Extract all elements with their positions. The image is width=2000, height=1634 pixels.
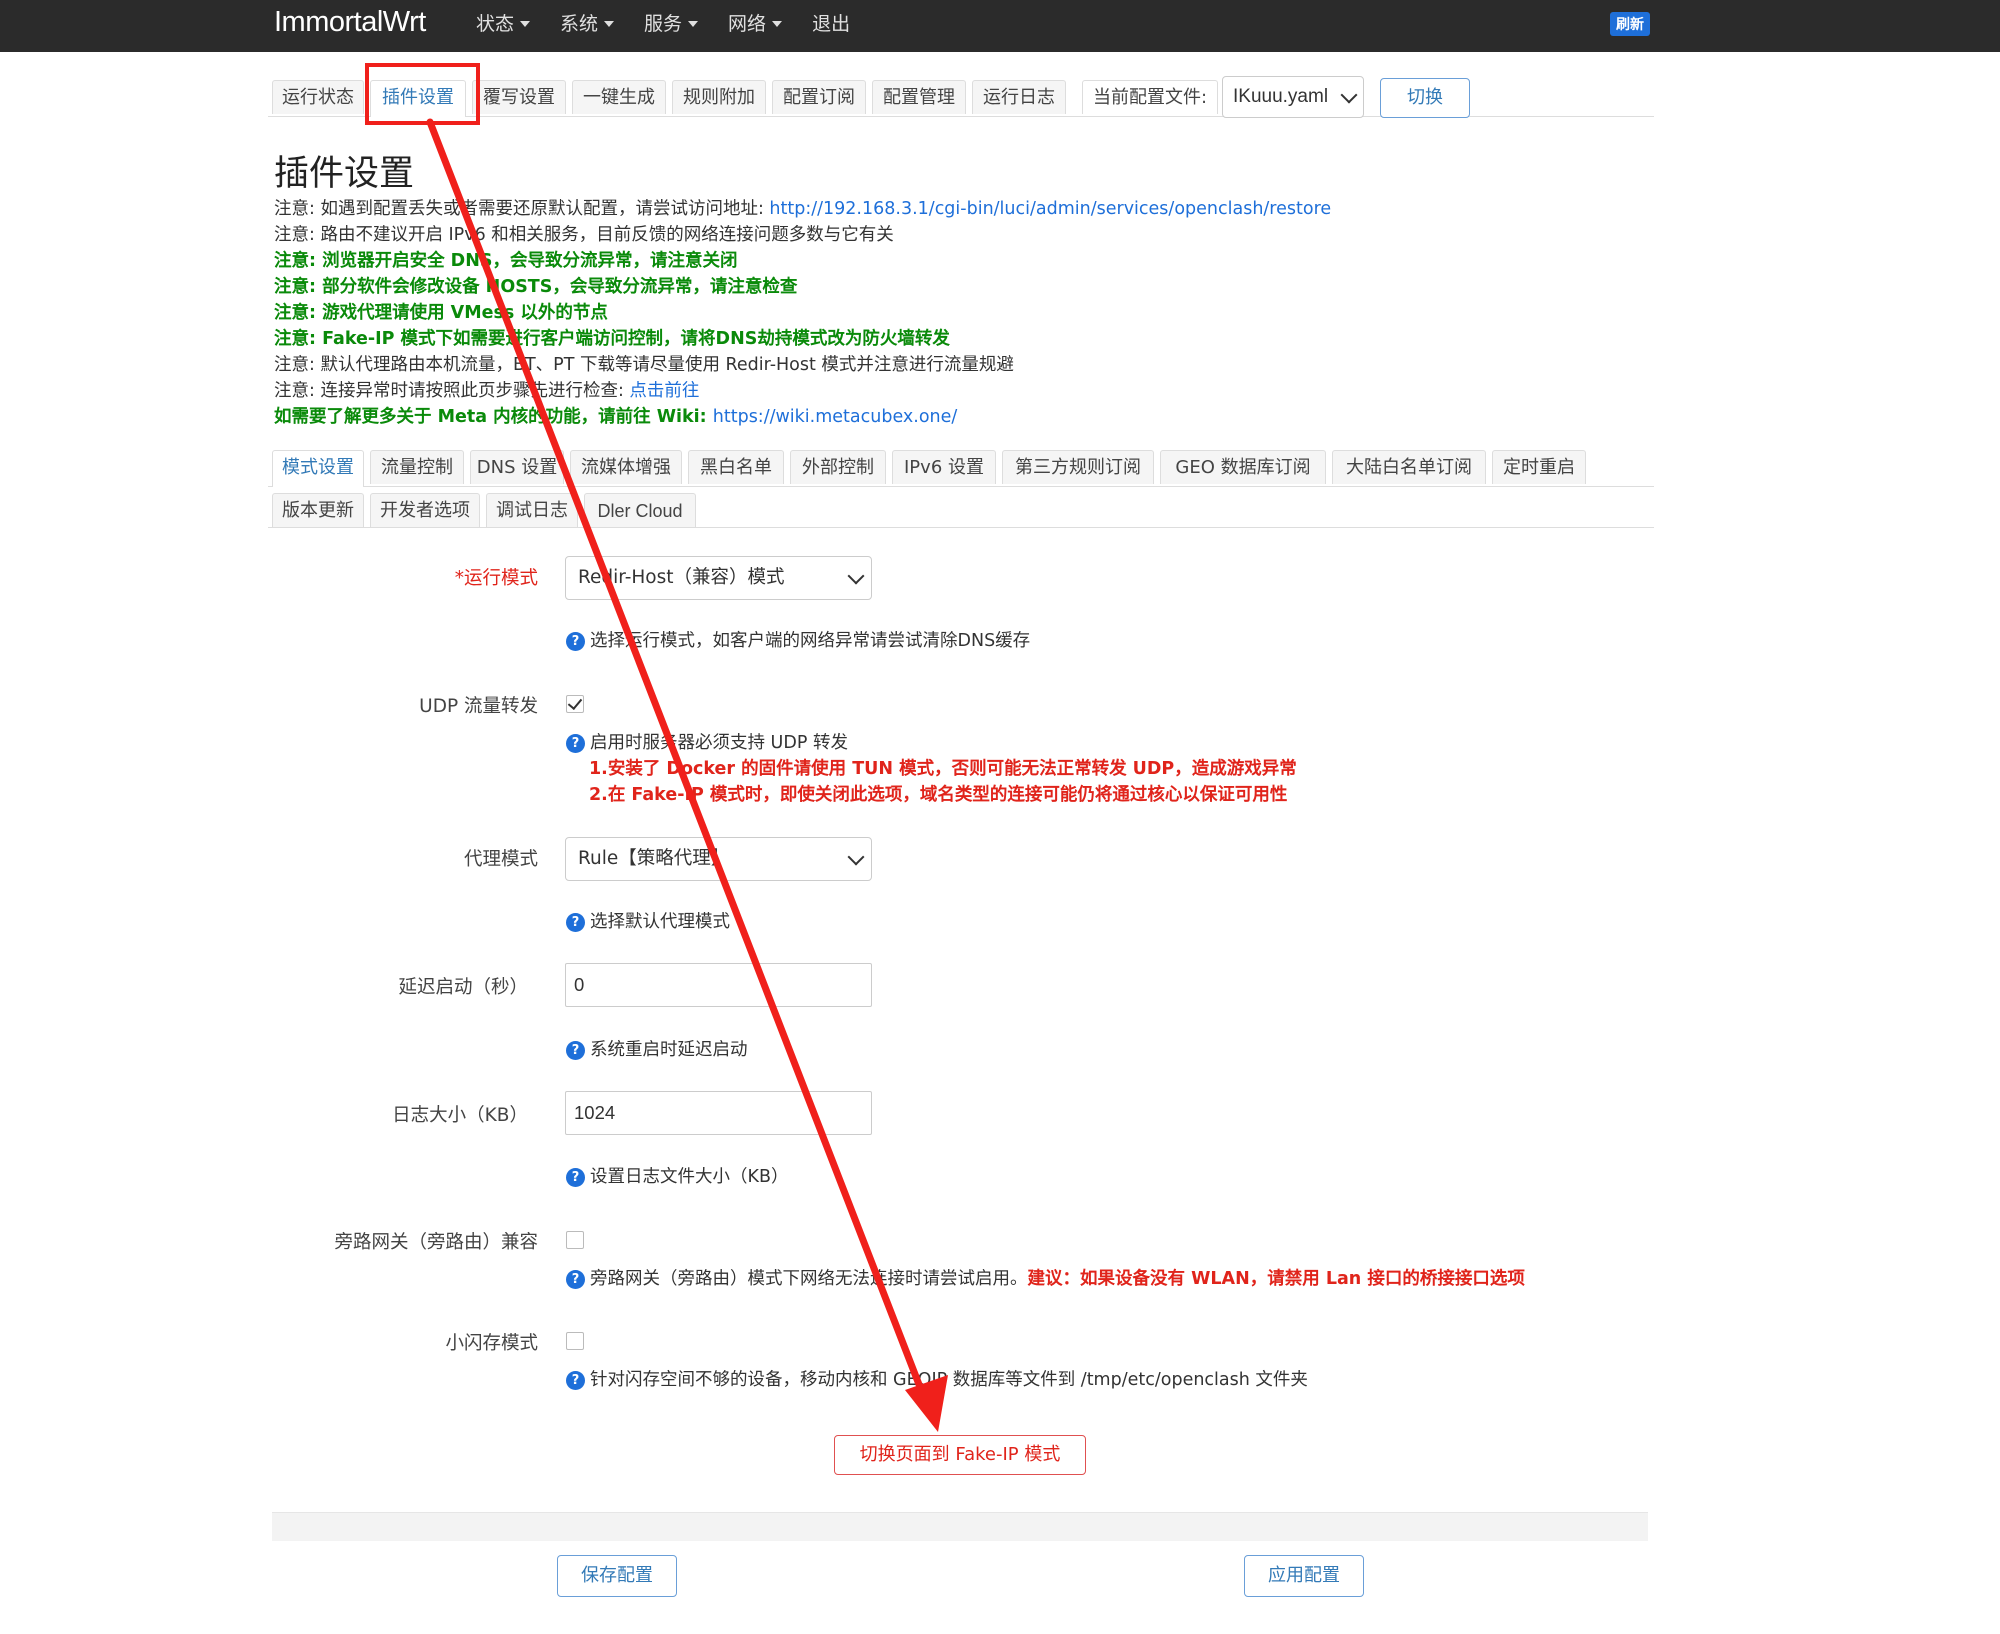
annotation-arrow-icon: [426, 118, 948, 1432]
